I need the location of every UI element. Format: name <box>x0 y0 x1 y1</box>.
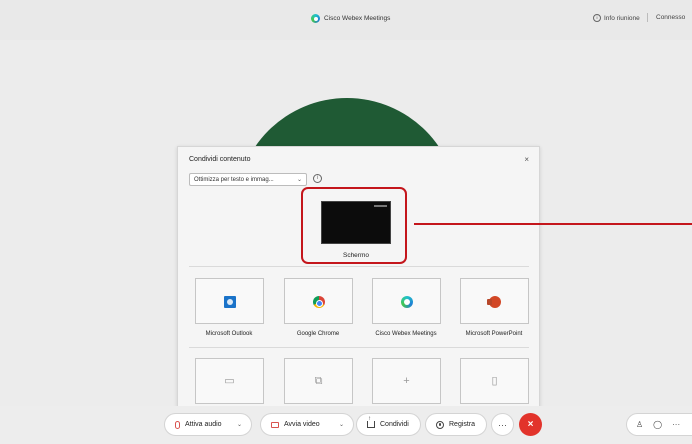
option-thumbnail: ▭ <box>194 358 264 404</box>
other-option-folder[interactable]: ▭ <box>183 358 275 404</box>
app-option-outlook[interactable]: Microsoft Outlook <box>183 278 275 337</box>
option-thumbnail: + <box>371 358 441 404</box>
more-options-button[interactable]: ··· <box>491 413 514 436</box>
more-panels-icon[interactable]: ··· <box>672 420 680 429</box>
video-label: Avvia video <box>284 421 320 428</box>
webex-logo-icon <box>311 14 320 23</box>
share-content-dialog: Condividi contenuto × Ottimizza per test… <box>177 146 540 410</box>
end-meeting-button[interactable]: × <box>519 413 542 436</box>
app-option-chrome[interactable]: Google Chrome <box>272 278 364 337</box>
app-thumbnail <box>459 278 529 324</box>
camera-off-icon <box>271 421 279 428</box>
microphone-muted-icon <box>175 420 180 429</box>
other-option-copy[interactable]: ⧉ <box>272 358 364 404</box>
callout-line <box>414 223 692 225</box>
share-label: Condividi <box>380 421 409 428</box>
folder-icon: ▭ <box>224 375 235 387</box>
copy-icon: ⧉ <box>314 375 323 387</box>
participants-icon[interactable]: ♙ <box>636 420 643 429</box>
panel-buttons: ♙ ◯ ··· <box>626 413 692 436</box>
app-label: Google Chrome <box>296 331 340 337</box>
chevron-down-icon: ⌄ <box>296 177 302 183</box>
option-thumbnail: ▯ <box>459 358 529 404</box>
app-option-webex[interactable]: Cisco Webex Meetings <box>360 278 452 337</box>
app-label: Microsoft PowerPoint <box>465 331 523 337</box>
screen-highlight-box <box>301 187 407 264</box>
connection-status: Connesso <box>656 14 686 21</box>
close-icon[interactable]: × <box>524 155 529 164</box>
record-label: Registra <box>449 421 476 428</box>
window-title: Cisco Webex Meetings <box>324 15 391 22</box>
record-button[interactable]: Registra <box>425 413 487 436</box>
other-option-tablet[interactable]: ▯ <box>448 358 540 404</box>
app-thumbnail <box>194 278 264 324</box>
app-title: Cisco Webex Meetings <box>311 14 390 23</box>
optimize-select[interactable]: Ottimizza per testo e immag... ⌄ <box>189 173 307 186</box>
powerpoint-icon <box>486 296 501 308</box>
meeting-info-label: Info riunione <box>604 14 640 22</box>
webex-icon <box>400 296 413 308</box>
video-button[interactable]: Avvia video ⌄ <box>260 413 354 436</box>
share-icon <box>367 416 375 428</box>
chevron-down-icon[interactable]: ⌄ <box>237 421 242 428</box>
other-option-add[interactable]: + <box>360 358 452 404</box>
app-label: Cisco Webex Meetings <box>375 331 437 337</box>
meeting-controls: Attiva audio ⌄ Avvia video ⌄ Condividi R… <box>0 406 692 444</box>
optimize-select-value: Ottimizza per testo e immag... <box>194 176 274 183</box>
tablet-icon: ▯ <box>491 375 498 387</box>
app-option-powerpoint[interactable]: Microsoft PowerPoint <box>448 278 540 337</box>
app-label: Microsoft Outlook <box>205 331 253 337</box>
chat-icon[interactable]: ◯ <box>653 420 662 429</box>
record-icon <box>436 420 444 429</box>
share-button[interactable]: Condividi <box>356 413 421 436</box>
option-thumbnail: ⧉ <box>283 358 353 404</box>
plus-icon: + <box>403 375 410 387</box>
audio-button[interactable]: Attiva audio ⌄ <box>164 413 252 436</box>
audio-label: Attiva audio <box>185 421 222 428</box>
meeting-info-link[interactable]: i Info riunione <box>593 14 640 22</box>
outlook-icon <box>223 296 236 308</box>
section-divider <box>189 266 529 267</box>
app-thumbnail <box>283 278 353 324</box>
app-thumbnail <box>371 278 441 324</box>
info-icon[interactable]: i <box>313 174 322 183</box>
dialog-title: Condividi contenuto <box>189 156 251 163</box>
info-icon: i <box>593 14 601 22</box>
chrome-icon <box>312 296 325 308</box>
chevron-down-icon[interactable]: ⌄ <box>339 421 344 428</box>
title-separator <box>647 13 648 22</box>
section-divider <box>189 347 529 348</box>
title-bar: Cisco Webex Meetings i Info riunione Con… <box>0 0 692 41</box>
